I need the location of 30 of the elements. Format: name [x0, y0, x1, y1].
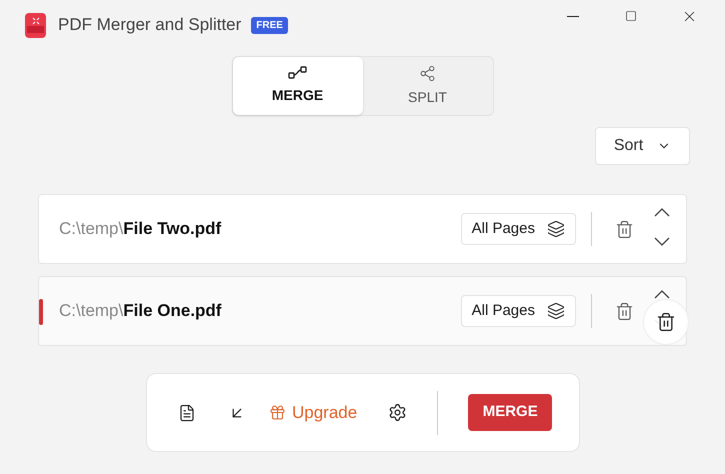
trash-icon — [614, 302, 634, 320]
mode-tab[interactable]: SPLIT — [362, 57, 492, 115]
move-down-button[interactable] — [654, 237, 670, 246]
split-icon — [419, 64, 436, 82]
app-logo-icon — [25, 12, 46, 38]
merge-button[interactable]: MERGE — [468, 394, 552, 431]
merge-icon — [288, 66, 308, 80]
page-range-button[interactable]: All Pages — [460, 295, 576, 327]
page-range-button[interactable]: All Pages — [460, 213, 576, 245]
upgrade-button[interactable]: Upgrade — [269, 400, 358, 426]
move-up-button[interactable] — [654, 290, 670, 299]
trash-icon — [614, 220, 634, 238]
settings-button[interactable] — [387, 402, 408, 422]
settings-icon — [388, 403, 407, 422]
layers-icon — [547, 302, 565, 320]
gift-icon — [269, 404, 286, 421]
layers-icon — [547, 220, 565, 238]
trash-icon — [656, 312, 676, 332]
file-row[interactable]: C:\temp\File One.pdf All Pages — [38, 276, 687, 346]
window-title: PDF Merger and Splitter — [58, 14, 242, 36]
selection-indicator — [39, 299, 43, 325]
move-up-button[interactable] — [654, 208, 670, 217]
sort-dropdown[interactable]: Sort — [595, 127, 690, 165]
mode-tab[interactable]: MERGE — [232, 57, 362, 115]
file-row[interactable]: C:\temp\File Two.pdf All Pages — [38, 194, 687, 264]
maximize-icon — [625, 10, 637, 22]
free-badge: FREE — [251, 16, 288, 34]
file-path: C:\temp\File One.pdf — [59, 300, 222, 322]
file-path: C:\temp\File Two.pdf — [59, 218, 222, 240]
add-file-icon — [178, 404, 196, 422]
